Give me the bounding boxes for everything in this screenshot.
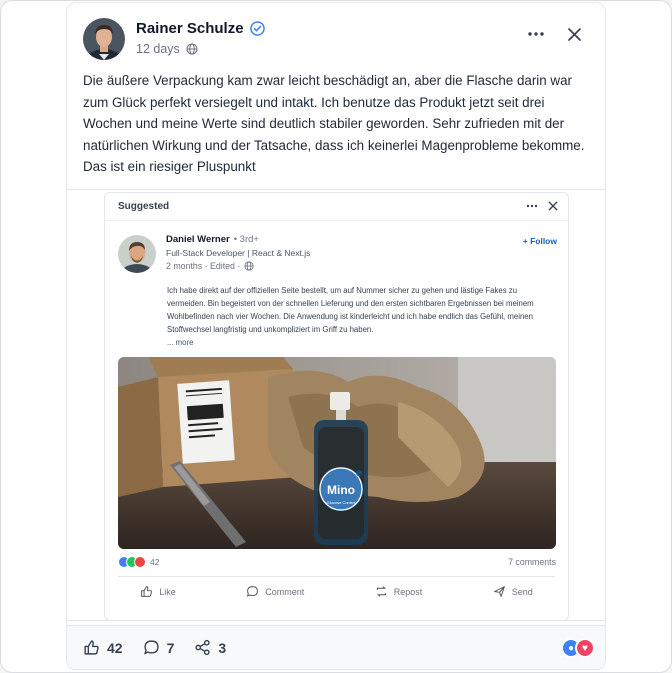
embedded-more-icon[interactable]: [526, 199, 538, 218]
embedded-post-body: Ich habe direkt auf der offiziellen Seit…: [167, 286, 534, 334]
comment-button[interactable]: Comment: [246, 585, 304, 598]
embedded-reaction-count: 42: [150, 557, 160, 567]
embedded-post-text: Ich habe direkt auf der offiziellen Seit…: [167, 285, 547, 350]
like-button[interactable]: Like: [140, 585, 176, 598]
author-name-row: Rainer Schulze: [136, 20, 265, 37]
footer-reaction-icons[interactable]: ● ♥: [561, 638, 595, 658]
post-text: Die äußere Verpackung kam zwar leicht be…: [83, 73, 585, 175]
like-stat[interactable]: 42: [83, 639, 123, 656]
embedded-close-icon[interactable]: [548, 199, 558, 218]
repost-label: Repost: [393, 586, 423, 597]
reaction-icons: [118, 556, 146, 568]
embedded-divider: [118, 576, 555, 577]
embedded-post-meta: 2 months · Edited ·: [166, 261, 254, 271]
embedded-action-bar: Like Comment Repost Send: [105, 585, 568, 598]
post-header-actions: [525, 23, 585, 45]
verified-icon: [249, 21, 265, 36]
bottle-brand: Mino: [327, 483, 355, 497]
more-options-icon[interactable]: [525, 23, 547, 45]
post-time: 12 days: [136, 42, 180, 56]
embedded-author-name-row: Daniel Werner • 3rd+: [166, 234, 259, 245]
embedded-post-photo[interactable]: Mino Glucose Control: [118, 357, 556, 549]
see-more-link[interactable]: ... more: [167, 338, 193, 347]
send-icon: [493, 586, 505, 597]
embedded-comment-count[interactable]: 7 comments: [508, 557, 556, 567]
repost-icon: [376, 586, 386, 597]
comment-count: 7: [166, 639, 175, 656]
share-stat[interactable]: 3: [194, 639, 226, 656]
author-name[interactable]: Rainer Schulze: [136, 20, 244, 37]
connection-degree: • 3rd+: [233, 234, 259, 245]
post-card: Rainer Schulze 12 days Die äußere Verpac…: [66, 2, 606, 670]
bottle-subtitle: Glucose Control: [327, 500, 356, 505]
comment-icon: [247, 586, 259, 597]
send-label: Send: [511, 586, 533, 597]
embedded-post-time: 2 months · Edited ·: [166, 261, 241, 271]
globe-icon: [186, 43, 198, 55]
embedded-author-headline: Full-Stack Developer | React & Next.js: [166, 248, 311, 258]
comment-icon: [143, 640, 159, 655]
embedded-header-actions: [526, 199, 558, 218]
close-icon[interactable]: [563, 23, 585, 45]
embedded-reactions[interactable]: 42: [118, 556, 159, 568]
send-button[interactable]: Send: [493, 585, 533, 598]
embedded-post: Suggested Daniel Werner • 3rd+ Full-Stac…: [104, 192, 569, 621]
embedded-globe-icon: [244, 261, 254, 271]
follow-button[interactable]: + Follow: [523, 236, 557, 246]
comment-stat[interactable]: 7: [143, 639, 175, 656]
embedded-author-avatar[interactable]: [118, 235, 156, 273]
love-reaction-icon: [134, 556, 146, 568]
share-count: 3: [218, 639, 227, 656]
repost-button[interactable]: Repost: [375, 585, 423, 598]
comment-label: Comment: [265, 586, 305, 597]
embedded-post-area: Suggested Daniel Werner • 3rd+ Full-Stac…: [67, 189, 605, 621]
embedded-author-name[interactable]: Daniel Werner: [166, 234, 230, 245]
thumbs-up-icon: [141, 586, 153, 597]
embedded-post-header: Suggested: [105, 193, 568, 221]
suggested-label: Suggested: [118, 201, 170, 212]
like-count: 42: [107, 639, 123, 656]
author-avatar[interactable]: [83, 18, 125, 60]
post-meta: 12 days: [136, 42, 198, 56]
thumbs-up-icon: [84, 640, 99, 655]
love-reaction-icon: ♥: [575, 638, 595, 658]
like-label: Like: [159, 586, 176, 597]
post-footer: 42 7 3 ● ♥: [67, 625, 605, 669]
share-icon: [195, 639, 210, 656]
